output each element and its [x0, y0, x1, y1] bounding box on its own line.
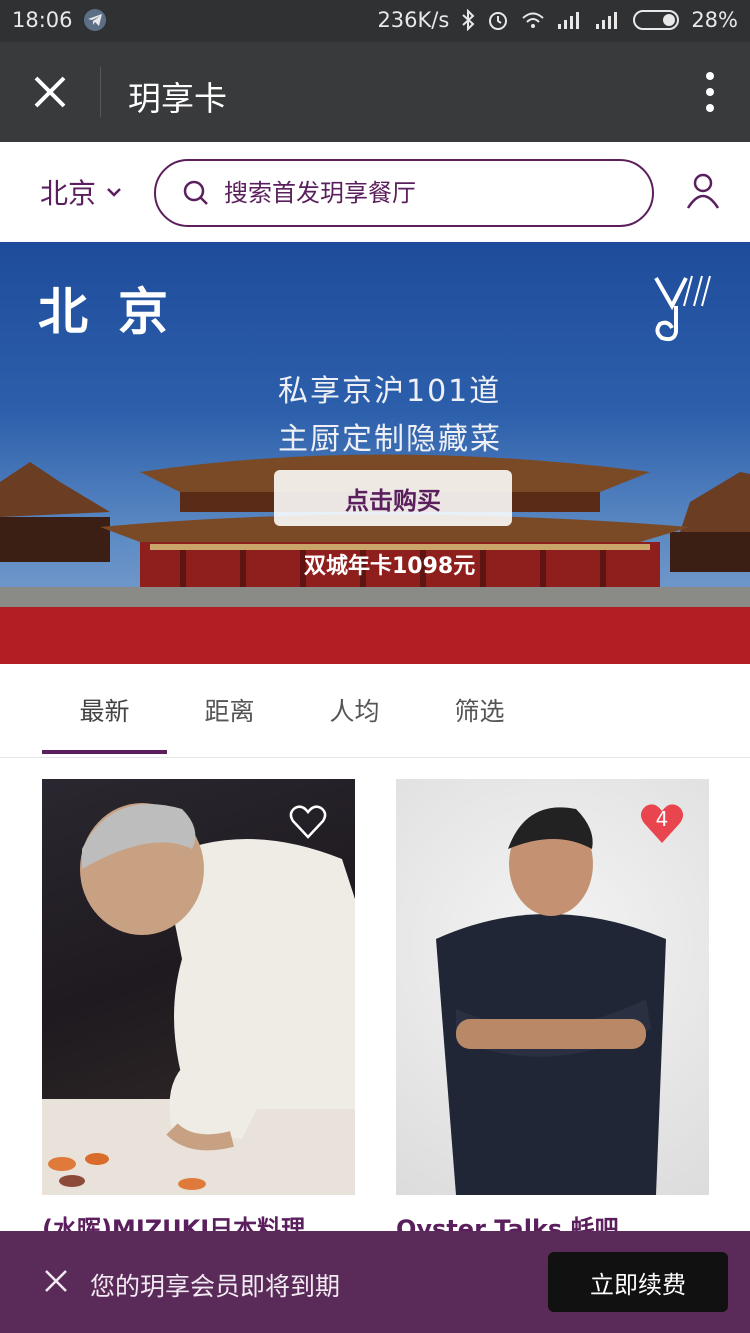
close-icon[interactable]	[42, 1267, 70, 1295]
status-bar: 18:06 236K/s 28%	[0, 0, 750, 42]
signal-icon-2	[596, 12, 618, 29]
search-input[interactable]	[224, 179, 624, 207]
tab-price[interactable]: 人均	[292, 692, 417, 728]
search-row: 北京	[0, 142, 750, 242]
brand-logo	[654, 275, 711, 342]
battery-level: 28%	[691, 8, 738, 32]
battery-icon	[633, 10, 680, 30]
sort-tabs: 最新 距离 人均 筛选	[0, 664, 750, 758]
tab-latest[interactable]: 最新	[42, 692, 167, 728]
divider	[100, 67, 101, 117]
tab-filter[interactable]: 筛选	[417, 692, 542, 728]
city-selector[interactable]: 北京	[40, 172, 122, 212]
page-title: 玥享卡	[128, 79, 227, 118]
chevron-down-icon	[107, 188, 121, 197]
city-label: 北京	[40, 177, 97, 210]
membership-expiry-bar: 您的玥享会员即将到期 立即续费	[0, 1231, 750, 1333]
signal-icon-1	[558, 12, 580, 29]
tab-distance[interactable]: 距离	[167, 692, 292, 728]
network-speed: 236K/s	[377, 8, 450, 32]
telegram-icon	[84, 9, 106, 31]
close-icon[interactable]	[30, 72, 70, 112]
banner-tagline-1: 私享京沪101道	[278, 374, 502, 409]
heart-filled-icon[interactable]	[639, 801, 685, 845]
banner-city: 北京	[38, 283, 198, 341]
search-icon	[183, 180, 208, 205]
alarm-icon	[489, 12, 508, 30]
chef-photo	[42, 779, 355, 1195]
status-time: 18:06	[12, 8, 73, 32]
wifi-icon	[522, 12, 544, 28]
buy-button[interactable]: 点击购买	[274, 470, 512, 526]
more-menu-icon[interactable]	[704, 72, 716, 114]
chef-photo: 4	[396, 779, 709, 1195]
restaurant-card[interactable]: (水晖)MIZUKI日本料理	[42, 779, 355, 1244]
search-box[interactable]	[154, 159, 654, 227]
promo-banner[interactable]: 北京 私享京沪101道 主厨定制隐藏菜 点击购买 双城年卡1098元	[0, 242, 750, 664]
heart-icon[interactable]	[289, 803, 327, 841]
tab-indicator	[42, 750, 167, 754]
banner-tagline-2: 主厨定制隐藏菜	[278, 422, 502, 457]
title-bar: 玥享卡	[0, 42, 750, 142]
bluetooth-icon	[462, 9, 475, 31]
renew-button[interactable]: 立即续费	[548, 1252, 728, 1312]
banner-price: 双城年卡1098元	[304, 554, 476, 579]
expiry-message: 您的玥享会员即将到期	[90, 1272, 341, 1301]
restaurant-card[interactable]: 4 Oyster Talks 蚝吧	[396, 779, 709, 1244]
user-icon[interactable]	[686, 172, 720, 210]
